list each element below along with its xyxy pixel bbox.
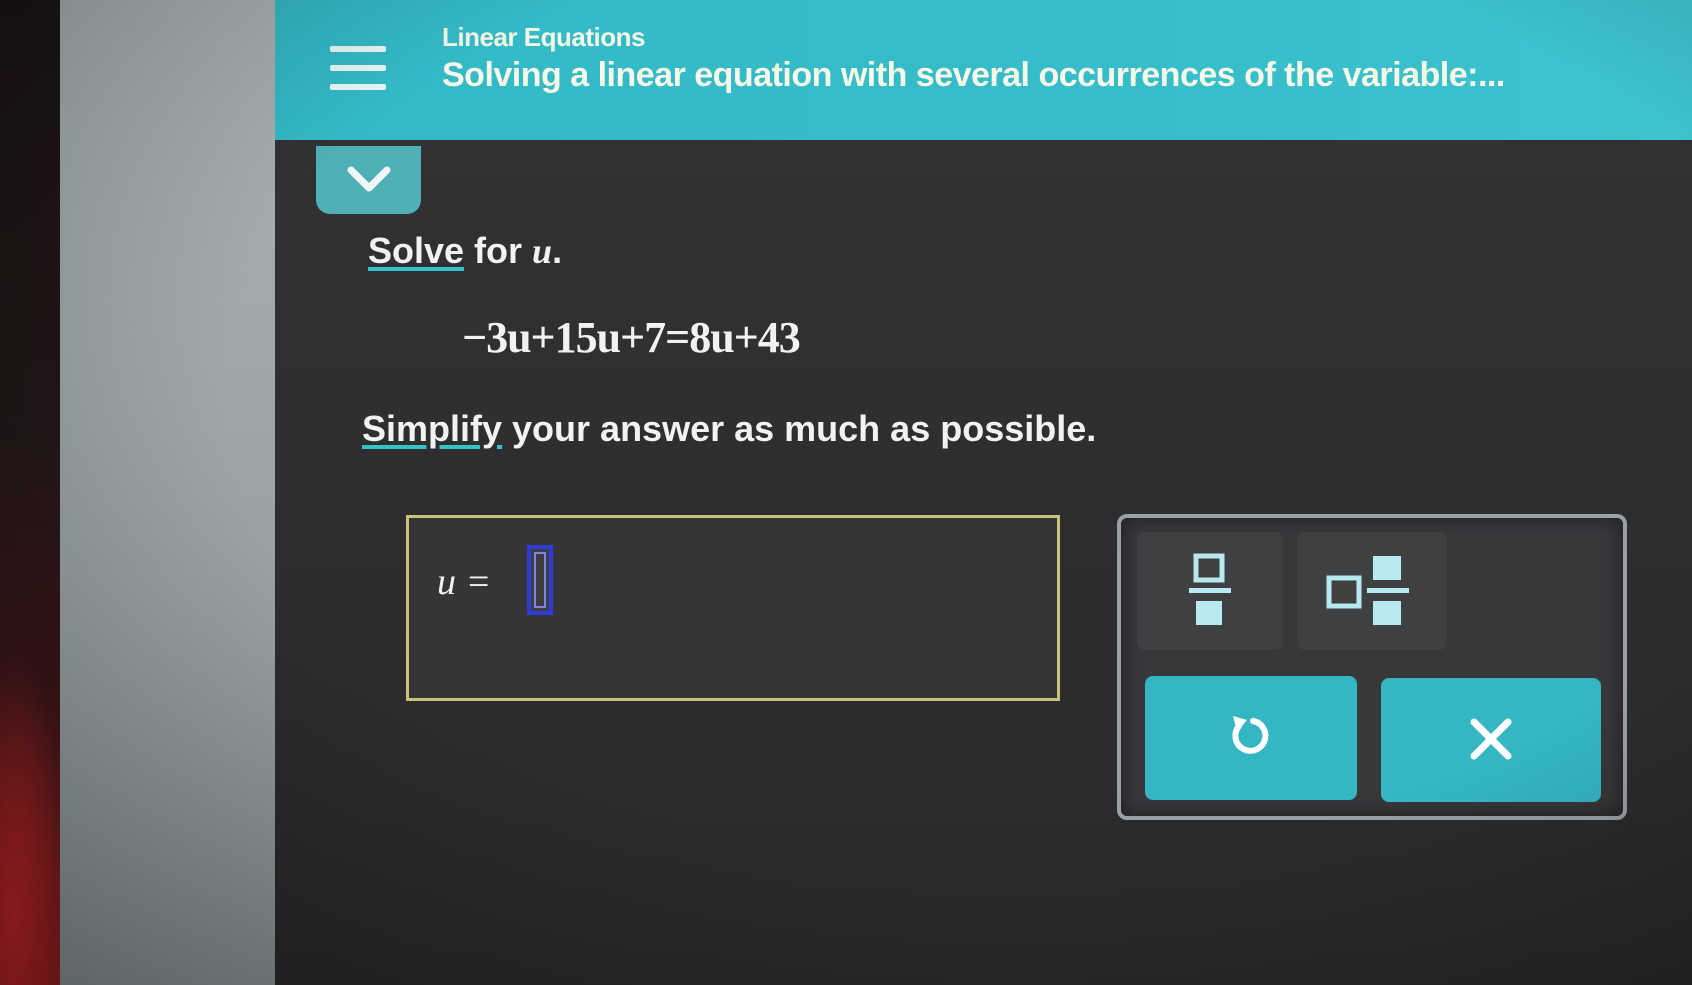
- simplify-instruction-text: your answer as much as possible.: [502, 408, 1097, 449]
- main-panel: [275, 0, 1692, 985]
- left-margin-panel: [60, 0, 275, 985]
- solve-prompt-text: for: [464, 230, 533, 271]
- solve-link[interactable]: Solve: [368, 230, 464, 271]
- simplify-instruction: Simplify your answer as much as possible…: [362, 408, 1096, 450]
- close-icon: [1470, 718, 1512, 760]
- fraction-icon: [1189, 553, 1231, 625]
- solve-prompt: Solve for u.: [368, 230, 562, 272]
- answer-input[interactable]: [527, 545, 553, 615]
- fraction-button[interactable]: [1137, 532, 1283, 650]
- solve-period: .: [552, 230, 563, 271]
- answer-label: u =: [437, 561, 492, 603]
- lesson-title: Solving a linear equation with several o…: [442, 56, 1505, 94]
- chevron-down-icon: [347, 166, 391, 192]
- undo-icon: [1232, 716, 1269, 754]
- topic-title: Linear Equations: [442, 22, 645, 52]
- simplify-link[interactable]: Simplify: [362, 408, 502, 449]
- answer-area[interactable]: u =: [406, 515, 1060, 701]
- equation: −3u+15u+7=8u+43: [462, 313, 801, 362]
- solve-variable: u: [532, 231, 553, 271]
- mixed-number-icon: [1326, 556, 1409, 625]
- math-keypad: [1117, 514, 1627, 820]
- collapse-button[interactable]: [316, 146, 421, 214]
- mixed-number-button[interactable]: [1297, 532, 1447, 650]
- hamburger-menu-icon[interactable]: [330, 46, 386, 90]
- clear-button[interactable]: [1381, 678, 1601, 802]
- undo-button[interactable]: [1145, 676, 1357, 800]
